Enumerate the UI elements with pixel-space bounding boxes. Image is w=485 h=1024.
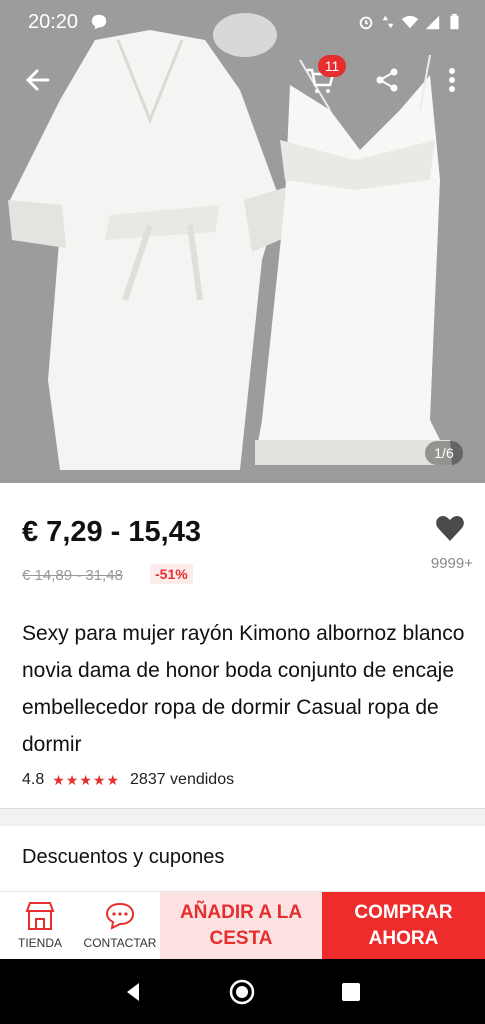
nav-recents-icon[interactable] [336, 977, 366, 1007]
sold-count: 2837 vendidos [130, 771, 235, 788]
nav-back-icon[interactable] [119, 977, 149, 1007]
rating-score: 4.8 [22, 771, 45, 788]
add-to-cart-button[interactable]: AÑADIR A LA CESTA [160, 892, 322, 959]
contact-label: CONTACTAR [83, 936, 157, 950]
more-options-button[interactable] [432, 60, 472, 100]
store-label: TIENDA [17, 936, 62, 950]
status-bar: 20:20 [0, 0, 485, 44]
price-section: € 7,29 - 15,43 € 14,89 - 31,48 -51% 9999… [0, 483, 485, 595]
current-price: € 7,29 - 15,43 [22, 516, 201, 548]
rating-stars: ★★★★★ [52, 771, 121, 788]
nav-home-icon[interactable] [227, 977, 257, 1007]
back-button[interactable] [18, 60, 58, 100]
share-button[interactable] [367, 60, 407, 100]
image-counter: 1/6 [425, 441, 463, 465]
system-navigation-bar [0, 959, 485, 1024]
alarm-icon [359, 16, 373, 30]
discount-badge: -51% [150, 564, 193, 584]
wifi-icon [401, 15, 419, 29]
wishlist-count: 9999+ [430, 555, 473, 572]
contact-chat-icon [105, 902, 135, 930]
store-button[interactable]: TIENDA [0, 892, 80, 959]
original-price: € 14,89 - 31,48 [22, 567, 123, 584]
signal-icon [425, 15, 440, 30]
bottom-action-bar: TIENDA CONTACTAR AÑADIR A LA CESTA COMPR… [0, 891, 485, 959]
back-arrow-icon [25, 69, 50, 91]
more-vertical-icon [449, 68, 455, 92]
discounts-section-title[interactable]: Descuentos y cupones [22, 846, 224, 869]
share-icon [376, 68, 398, 92]
product-image-gallery[interactable]: 20:20 11 1/6 [0, 0, 485, 483]
rating-row[interactable]: 4.8 ★★★★★ 2837 vendidos [22, 771, 234, 789]
contact-button[interactable]: CONTACTAR [80, 892, 160, 959]
battery-icon [450, 13, 459, 30]
section-divider [0, 808, 485, 826]
cart-badge: 11 [318, 55, 346, 77]
product-title: Sexy para mujer rayón Kimono albornoz bl… [22, 622, 465, 756]
data-arrows-icon [382, 15, 394, 29]
store-icon [25, 902, 55, 930]
heart-icon[interactable] [435, 514, 465, 542]
status-time: 20:20 [28, 10, 79, 33]
buy-now-button[interactable]: COMPRAR AHORA [322, 892, 485, 959]
chat-bubble-icon [91, 14, 107, 30]
product-photo [0, 0, 485, 483]
